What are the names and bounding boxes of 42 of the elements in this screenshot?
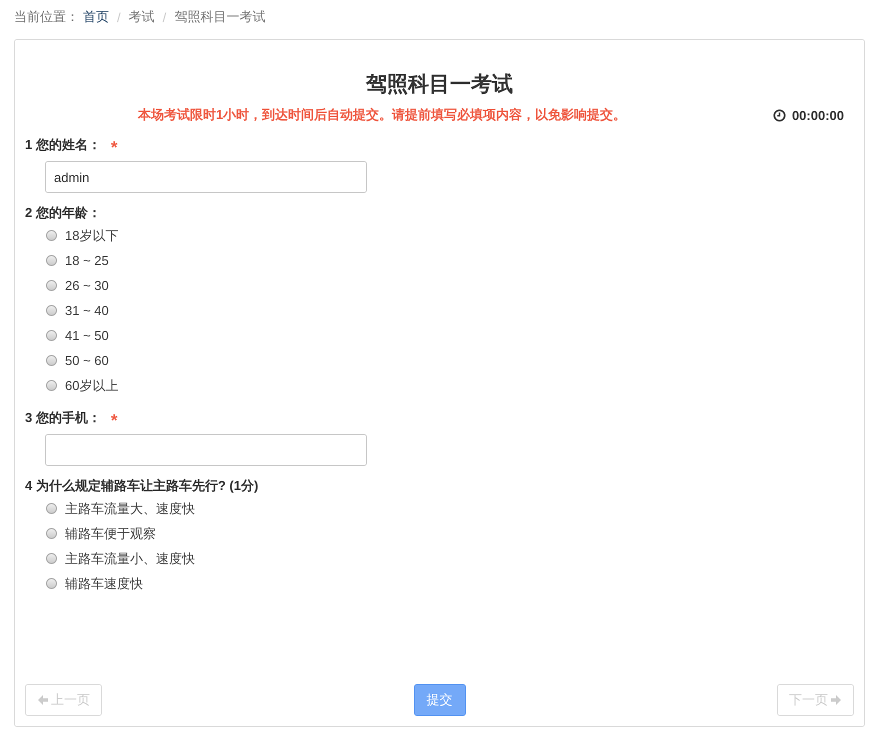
arrow-right-icon	[830, 694, 842, 706]
breadcrumb-link[interactable]: 首页	[83, 8, 109, 26]
breadcrumb-separator: /	[117, 10, 121, 24]
radio-button[interactable]	[46, 280, 57, 291]
radio-button[interactable]	[46, 355, 57, 366]
option-label[interactable]: 41 ~ 50	[65, 328, 109, 343]
exam-notice: 本场考试限时1小时，到达时间后自动提交。请提前填写必填项内容，以免影响提交。	[138, 106, 626, 124]
option-label[interactable]: 辅路车便于观察	[65, 524, 156, 542]
breadcrumb-separator: /	[162, 10, 166, 24]
option-label[interactable]: 辅路车速度快	[65, 574, 143, 592]
option-label[interactable]: 主路车流量大、速度快	[65, 500, 195, 518]
radio-button[interactable]	[46, 528, 57, 539]
option-label[interactable]: 31 ~ 40	[65, 303, 109, 318]
radio-button[interactable]	[46, 578, 57, 589]
option-label[interactable]: 主路车流量小、速度快	[65, 550, 195, 568]
option-label[interactable]: 60岁以上	[65, 376, 118, 394]
clock-icon	[772, 108, 786, 122]
radio-button[interactable]	[46, 230, 57, 241]
question-label: 3 您的手机：	[25, 409, 101, 427]
question-label: 1 您的姓名：	[25, 136, 101, 154]
question-label: 4 为什么规定辅路车让主路车先行? (1分)	[25, 477, 258, 495]
option-label[interactable]: 18岁以下	[65, 226, 118, 244]
breadcrumb-item: 驾照科目一考试	[174, 8, 266, 26]
radio-button[interactable]	[46, 503, 57, 514]
radio-button[interactable]	[46, 380, 57, 391]
radio-button[interactable]	[46, 553, 57, 564]
option-label[interactable]: 26 ~ 30	[65, 278, 109, 293]
option-label[interactable]: 18 ~ 25	[65, 253, 109, 268]
question-label: 2 您的年龄：	[25, 204, 101, 222]
option-label[interactable]: 50 ~ 60	[65, 353, 109, 368]
radio-button[interactable]	[46, 255, 57, 266]
countdown-timer: 00:00:00	[792, 108, 844, 122]
arrow-left-icon	[37, 694, 49, 706]
radio-button[interactable]	[46, 305, 57, 316]
text-field[interactable]	[45, 434, 367, 466]
required-mark: *	[110, 410, 118, 427]
exam-title: 驾照科目一考试	[366, 72, 513, 98]
radio-button[interactable]	[46, 330, 57, 341]
required-mark: *	[110, 137, 118, 154]
breadcrumb-label: 当前位置：	[14, 8, 79, 26]
breadcrumb-item: 考试	[128, 8, 155, 26]
text-field[interactable]: admin	[45, 161, 367, 193]
